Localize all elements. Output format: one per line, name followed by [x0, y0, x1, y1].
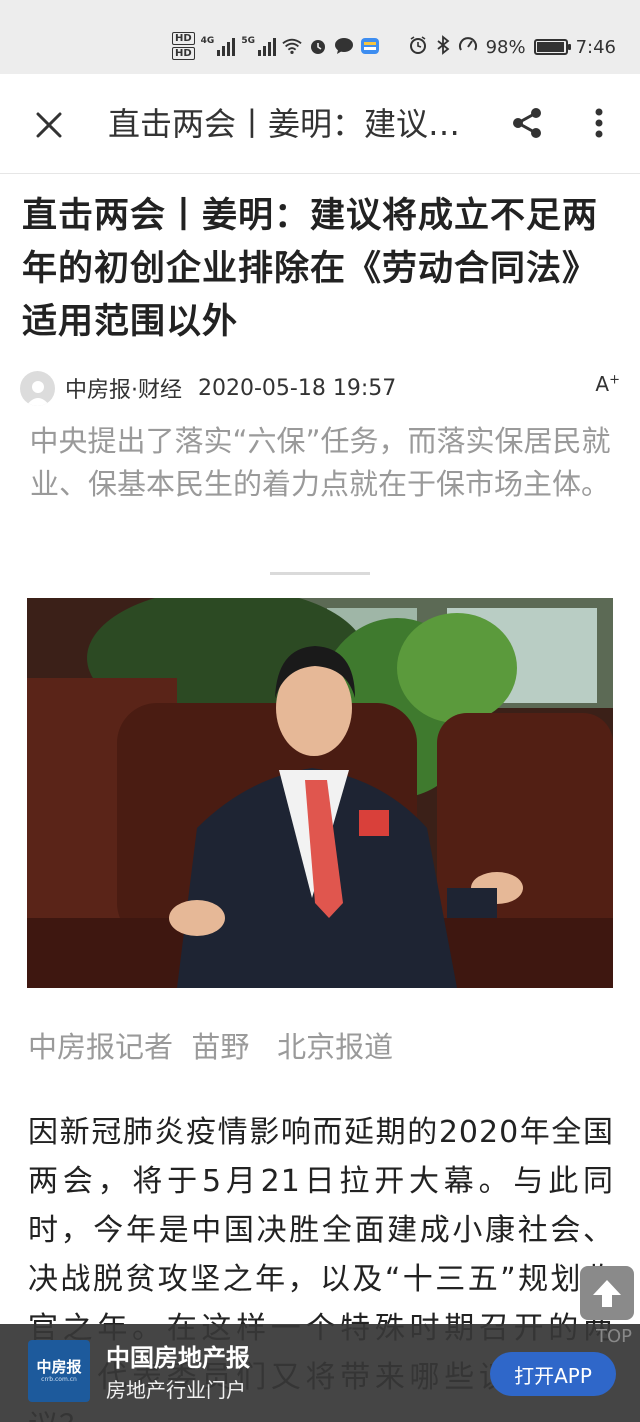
battery-fill — [536, 42, 564, 52]
share-button[interactable] — [504, 100, 550, 146]
wifi-icon — [282, 36, 302, 56]
status-time: 7:46 — [575, 36, 616, 58]
banner-subtitle: 房地产行业门户 — [106, 1378, 246, 1402]
status-bar: HD HD 4G 5G 98% 7:46 — [0, 0, 640, 74]
speed-icon — [458, 35, 478, 60]
chat-icon — [334, 36, 354, 56]
photo-illustration — [27, 598, 613, 988]
hd-label-2: HD — [172, 47, 195, 60]
font-size-label: A — [595, 372, 610, 396]
article-byline: 中房报记者 苗野 北京报道 — [28, 1030, 394, 1064]
user-avatar-icon — [25, 380, 50, 406]
app-icon — [360, 36, 380, 56]
open-app-button[interactable]: 打开APP — [490, 1352, 616, 1396]
status-left: HD HD 4G 5G — [172, 26, 380, 66]
back-to-top-button[interactable] — [580, 1266, 634, 1320]
app-promo-banner[interactable]: 中房报 crrb.com.cn 中国房地产报 房地产行业门户 打开APP — [0, 1324, 640, 1422]
close-button[interactable] — [24, 100, 74, 150]
back-to-top-label: TOP — [596, 1326, 633, 1347]
logo-text: 中房报 — [36, 1358, 82, 1376]
article-meta: 中房报·财经 2020-05-18 19:57 A+ — [20, 368, 620, 408]
article-source[interactable]: 中房报·财经 — [65, 372, 182, 404]
battery-icon — [533, 39, 571, 55]
article-summary: 中央提出了落实“六保”任务，而落实保居民就业、保基本民生的着力点就在于保市场主体… — [29, 424, 611, 501]
app-header: 直击两会丨姜明：建议将成立不足两年的初创企业排除在《劳动合同法》适用范围以外 — [0, 74, 640, 174]
hd-label-1: HD — [172, 32, 195, 45]
more-options-button[interactable] — [576, 100, 622, 146]
header-title: 直击两会丨姜明：建议将成立不足两年的初创企业排除在《劳动合同法》适用范围以外 — [108, 105, 478, 143]
article-date: 2020-05-18 19:57 — [198, 375, 397, 401]
hd-indicator: HD HD — [172, 32, 195, 60]
article-headline: 直击两会丨姜明：建议将成立不足两年的初创企业排除在《劳动合同法》适用范围以外 — [22, 196, 599, 342]
font-size-button[interactable]: A+ — [595, 372, 620, 396]
brand-logo: 中房报 crrb.com.cn — [28, 1340, 90, 1402]
share-icon — [513, 108, 541, 138]
network-4g-label: 4G — [200, 36, 215, 46]
source-avatar[interactable] — [20, 370, 55, 406]
banner-title: 中国房地产报 — [106, 1344, 250, 1372]
alarm-icon — [308, 36, 328, 56]
more-vertical-icon — [595, 108, 603, 138]
font-size-plus: + — [609, 372, 620, 388]
battery-percent: 98% — [485, 36, 526, 58]
logo-domain: crrb.com.cn — [41, 1376, 77, 1383]
summary-divider — [270, 572, 370, 575]
network-5g-label: 5G — [241, 36, 255, 46]
bluetooth-icon — [436, 34, 450, 60]
article-photo[interactable] — [27, 598, 613, 988]
close-icon — [36, 112, 62, 138]
status-right: 98% 7:46 — [408, 30, 616, 64]
arrow-up-icon — [593, 1280, 621, 1307]
signal-5g-icon: 5G — [241, 36, 276, 56]
clock-icon — [408, 35, 428, 60]
signal-4g-icon: 4G — [201, 36, 236, 56]
